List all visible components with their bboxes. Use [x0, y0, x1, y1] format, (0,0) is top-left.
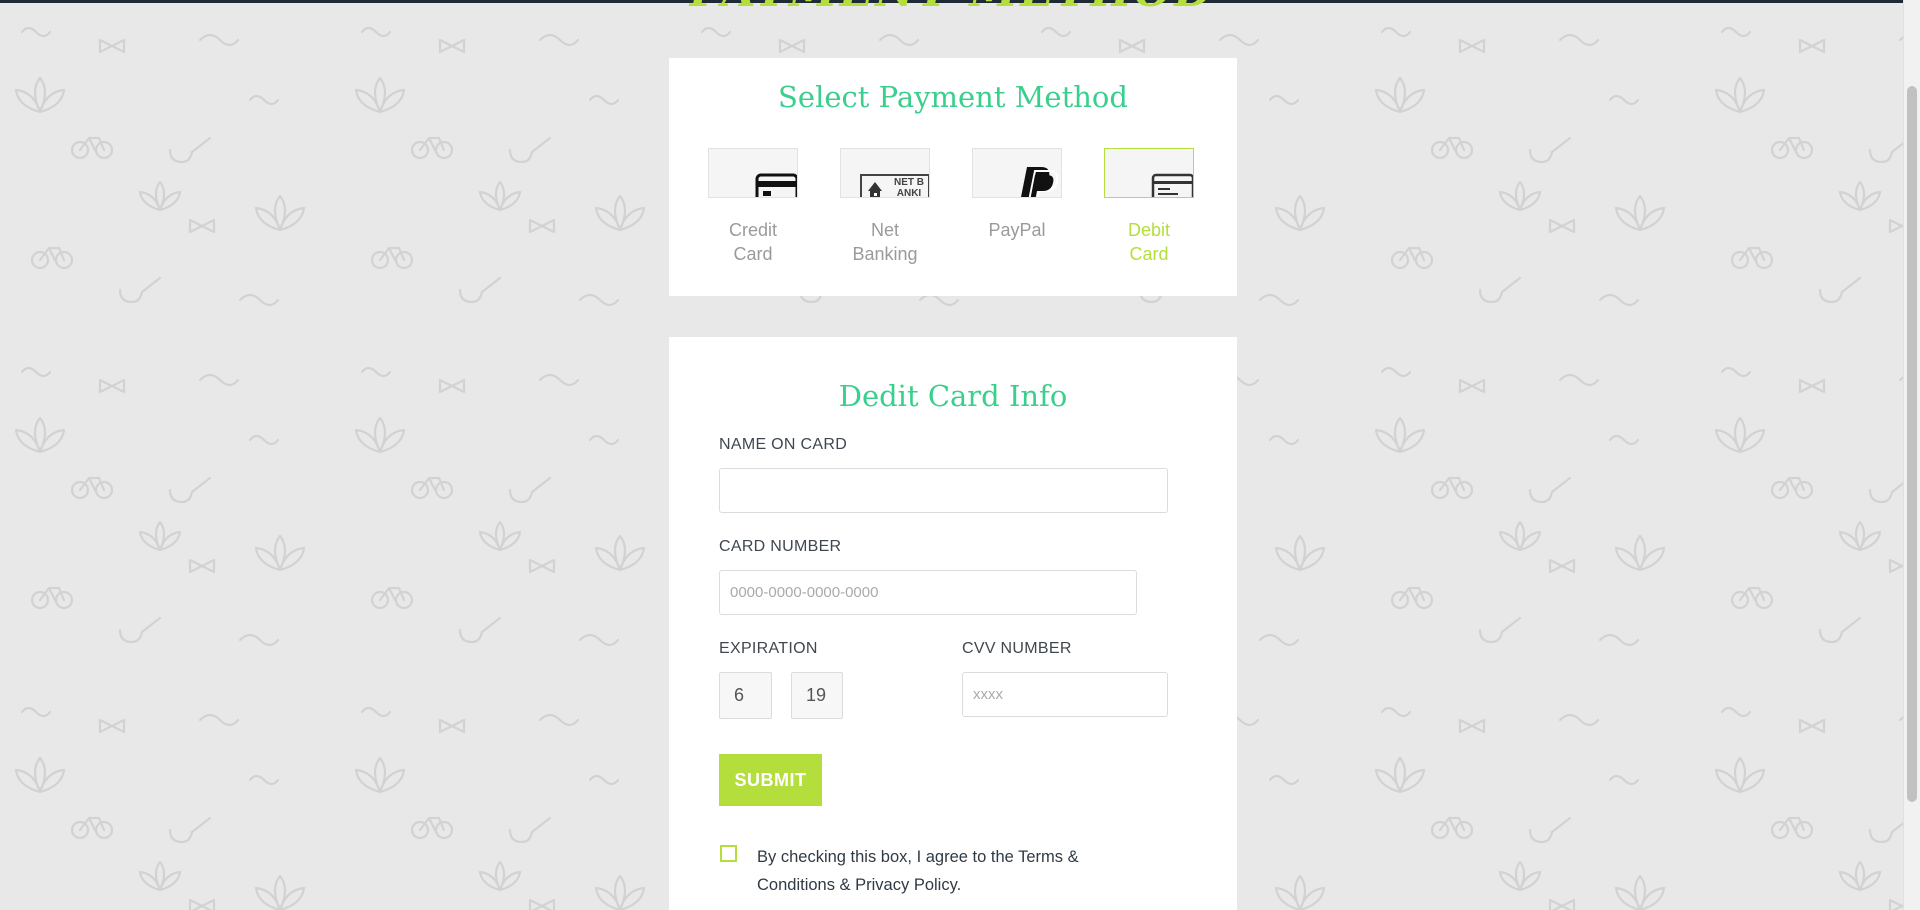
terms-text: By checking this box, I agree to the Ter… [757, 848, 1079, 894]
card-info-form: Dedit Card Info NAME ON CARD CARD NUMBER… [669, 337, 1237, 910]
method-debit-card[interactable]: Debit Card [1103, 148, 1195, 266]
page-scrollbar[interactable] [1903, 0, 1920, 910]
expiration-month-select[interactable]: 6 [719, 672, 772, 719]
submit-button[interactable]: SUBMIT [719, 754, 822, 806]
name-on-card-input[interactable] [719, 468, 1168, 513]
payment-method-title: Select Payment Method [778, 80, 1128, 114]
method-label: Debit Card [1127, 220, 1171, 264]
scrollbar-thumb[interactable] [1907, 86, 1917, 802]
terms-checkbox[interactable] [720, 845, 737, 862]
paypal-icon [972, 148, 1062, 198]
credit-card-icon [708, 148, 798, 198]
method-label: Net Banking [852, 220, 918, 264]
payment-method-card: Select Payment Method Credit Card NET BA… [669, 58, 1237, 296]
page-heading: PAYMENT METHOD [0, 0, 1904, 14]
method-label: PayPal [988, 220, 1046, 240]
card-number-label: CARD NUMBER [719, 538, 842, 555]
cvv-input[interactable] [962, 672, 1168, 717]
card-number-input[interactable] [719, 570, 1137, 615]
debit-card-icon [1104, 148, 1194, 198]
method-paypal[interactable]: PayPal [971, 148, 1063, 242]
name-on-card-label: NAME ON CARD [719, 436, 848, 453]
expiration-label: EXPIRATION [719, 640, 818, 657]
method-credit-card[interactable]: Credit Card [707, 148, 799, 266]
method-label: Credit Card [728, 220, 777, 264]
net-banking-icon-text: NET BANKI [894, 177, 924, 198]
net-banking-icon: NET BANKI [840, 148, 930, 198]
expiration-year-select[interactable]: 19 [791, 672, 843, 719]
method-net-banking[interactable]: NET BANKI Net Banking [839, 148, 931, 266]
card-info-title: Dedit Card Info [838, 379, 1068, 413]
cvv-label: CVV NUMBER [962, 640, 1072, 657]
